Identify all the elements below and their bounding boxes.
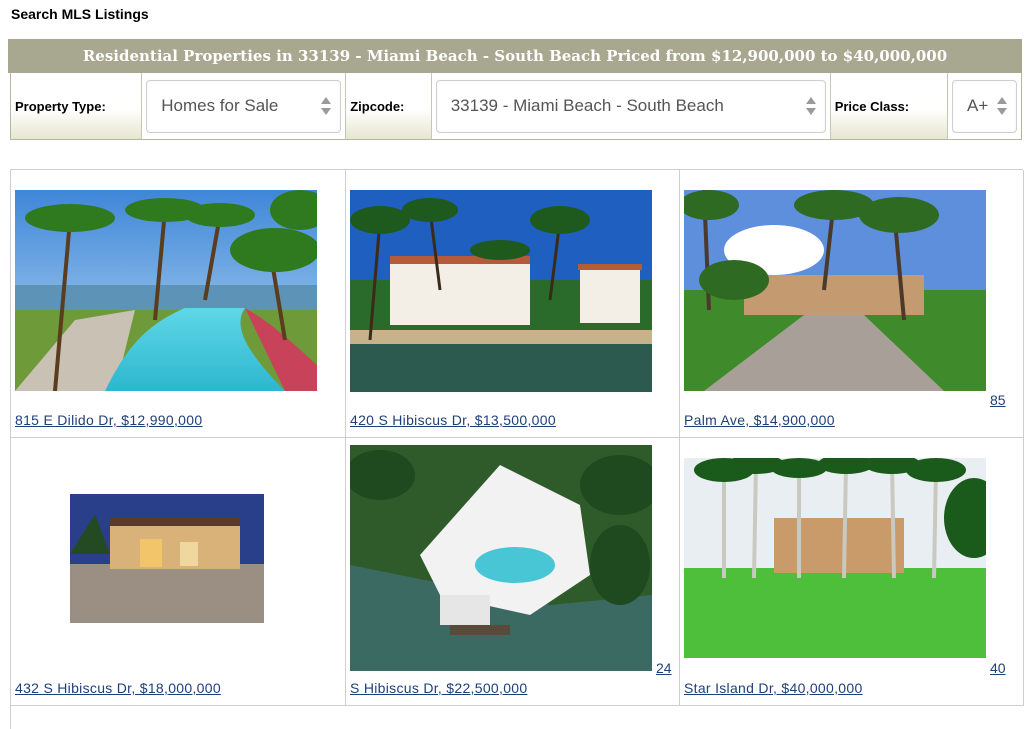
price-class-value: A+ [967, 96, 989, 115]
photo-count-link[interactable]: 24 [656, 660, 672, 676]
photo-count-link[interactable]: 85 [990, 392, 1006, 408]
listing-link[interactable]: Palm Ave, $14,900,000 [684, 412, 835, 428]
filter-bar: Property Type: Homes for Sale Zipcode: 3… [10, 73, 1022, 140]
listing-link[interactable]: 432 S Hibiscus Dr, $18,000,000 [15, 680, 221, 696]
price-class-label: Price Class: [834, 98, 910, 114]
listing-card: 420 S Hibiscus Dr, $13,500,000 [346, 170, 680, 438]
spinner-icon [997, 97, 1007, 115]
price-class-cell: A+ [948, 73, 1021, 139]
zipcode-label: Zipcode: [350, 98, 405, 114]
listing-card: 815 E Dilido Dr, $12,990,000 [11, 170, 346, 438]
property-type-select[interactable]: Homes for Sale [146, 79, 342, 133]
price-class-label-cell: Price Class: [831, 73, 948, 139]
zipcode-select[interactable]: 33139 - Miami Beach - South Beach [435, 79, 826, 133]
property-type-value: Homes for Sale [161, 96, 279, 115]
photo-count-link[interactable]: 40 [990, 660, 1006, 676]
listing-link[interactable]: S Hibiscus Dr, $22,500,000 [350, 680, 527, 696]
spinner-icon [321, 97, 332, 115]
listing-photo[interactable] [15, 190, 317, 391]
search-summary-banner: Residential Properties in 33139 - Miami … [8, 39, 1022, 73]
listings-grid: 815 E Dilido Dr, $12,990,000 420 S Hibis… [10, 169, 1024, 729]
listing-card: 24 S Hibiscus Dr, $22,500,000 [346, 438, 680, 706]
listing-link[interactable]: 420 S Hibiscus Dr, $13,500,000 [350, 412, 556, 428]
price-class-select[interactable]: A+ [952, 79, 1017, 133]
listing-photo[interactable] [684, 458, 986, 658]
listing-card: 40 Star Island Dr, $40,000,000 [680, 438, 1024, 706]
listing-photo[interactable] [350, 445, 652, 671]
spinner-icon [805, 97, 816, 115]
listing-link[interactable]: 815 E Dilido Dr, $12,990,000 [15, 412, 202, 428]
listing-link[interactable]: Star Island Dr, $40,000,000 [684, 680, 863, 696]
listing-photo[interactable] [684, 190, 986, 391]
property-type-label-cell: Property Type: [11, 73, 143, 139]
zipcode-value: 33139 - Miami Beach - South Beach [450, 96, 724, 115]
page-title: Search MLS Listings [11, 6, 149, 22]
zipcode-label-cell: Zipcode: [346, 73, 432, 139]
property-type-cell: Homes for Sale [142, 73, 347, 139]
listing-photo[interactable] [350, 190, 652, 392]
listing-photo[interactable] [70, 494, 264, 623]
listing-card: 432 S Hibiscus Dr, $18,000,000 [11, 438, 346, 706]
zipcode-cell: 33139 - Miami Beach - South Beach [431, 73, 831, 139]
listing-card: 85 Palm Ave, $14,900,000 [680, 170, 1024, 438]
property-type-label: Property Type: [15, 98, 106, 114]
